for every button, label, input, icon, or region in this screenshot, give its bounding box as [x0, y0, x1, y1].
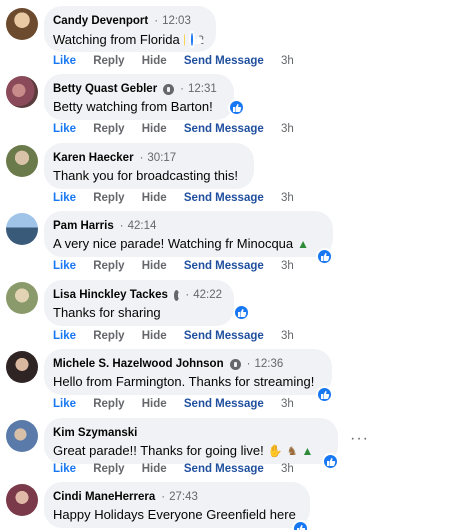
send-message-button[interactable]: Send Message: [184, 398, 264, 410]
avatar[interactable]: [6, 351, 38, 383]
avatar[interactable]: [6, 8, 38, 40]
send-message-button[interactable]: Send Message: [184, 330, 264, 342]
comment-author[interactable]: Candy Devenport: [53, 15, 148, 27]
comment-author[interactable]: Pam Harris: [53, 220, 114, 232]
comment-author[interactable]: Betty Quast Gebler: [53, 83, 157, 95]
reply-button[interactable]: Reply: [93, 192, 124, 204]
comment-bubble: Lisa Hinckley Tackes · 42:22 Thanks for …: [44, 280, 234, 326]
avatar[interactable]: [6, 145, 38, 177]
send-message-button[interactable]: Send Message: [184, 55, 264, 67]
send-message-button[interactable]: Send Message: [184, 463, 264, 475]
comment-text: Hello from Farmington. Thanks for stream…: [53, 374, 315, 389]
hide-button[interactable]: Hide: [142, 123, 167, 135]
comment-age[interactable]: 3h: [281, 192, 294, 204]
avatar[interactable]: [6, 484, 38, 516]
comment-author[interactable]: Cindi ManeHerrera: [53, 491, 155, 503]
wave-emoji-icon: ✋: [267, 443, 283, 458]
comment-bubble: Candy Devenport · 12:03 Watching from Fl…: [44, 6, 216, 52]
like-button[interactable]: Like: [53, 123, 76, 135]
send-message-button[interactable]: Send Message: [184, 192, 264, 204]
comment-timestamp[interactable]: 12:03: [162, 15, 191, 27]
like-reaction-icon[interactable]: [233, 304, 250, 321]
comment-timestamp[interactable]: 12:31: [188, 83, 217, 95]
like-button[interactable]: Like: [53, 463, 76, 475]
avatar[interactable]: [6, 213, 38, 245]
send-message-button[interactable]: Send Message: [184, 260, 264, 272]
comment-actions: Like Reply Hide Send Message 3h: [53, 330, 294, 342]
like-button[interactable]: Like: [53, 260, 76, 272]
comment-actions: Like Reply Hide Send Message 3h: [53, 398, 294, 410]
sun-emoji-icon: [183, 33, 186, 46]
reply-button[interactable]: Reply: [93, 330, 124, 342]
top-fan-badge-icon: [163, 83, 175, 95]
send-message-button[interactable]: Send Message: [184, 123, 264, 135]
comment-author[interactable]: Karen Haecker: [53, 152, 134, 164]
like-reaction-icon[interactable]: [228, 99, 245, 116]
reply-button[interactable]: Reply: [93, 55, 124, 67]
comment-age[interactable]: 3h: [281, 398, 294, 410]
comment-timestamp[interactable]: 42:22: [193, 289, 222, 301]
comment-text: Watching from Florida: [53, 32, 180, 47]
hide-button[interactable]: Hide: [142, 55, 167, 67]
comment-actions: Like Reply Hide Send Message 3h: [53, 260, 294, 272]
comment-age[interactable]: 3h: [281, 463, 294, 475]
comment-timestamp[interactable]: 30:17: [147, 152, 176, 164]
like-reaction-icon[interactable]: [316, 386, 333, 403]
like-button[interactable]: Like: [53, 55, 76, 67]
comment-text: Thanks for sharing: [53, 305, 161, 320]
comment-age[interactable]: 3h: [281, 260, 294, 272]
avatar[interactable]: [6, 420, 38, 452]
like-reaction-icon[interactable]: [322, 453, 339, 470]
tree-emoji-icon: ▲: [301, 443, 314, 458]
comment-timestamp[interactable]: 12:36: [254, 358, 283, 370]
comment-actions: Like Reply Hide Send Message 3h: [53, 55, 294, 67]
comment-timestamp[interactable]: 42:14: [128, 220, 157, 232]
comment-timestamp[interactable]: 27:43: [169, 491, 198, 503]
avatar[interactable]: [6, 76, 38, 108]
comment-author[interactable]: Kim Szymanski: [53, 427, 137, 439]
hide-button[interactable]: Hide: [142, 192, 167, 204]
reply-button[interactable]: Reply: [93, 463, 124, 475]
hide-button[interactable]: Hide: [142, 398, 167, 410]
like-reaction-icon[interactable]: [189, 31, 203, 48]
comment-bubble: Michele S. Hazelwood Johnson · 12:36 Hel…: [44, 349, 332, 395]
avatar[interactable]: [6, 282, 38, 314]
comment-text: Great parade!! Thanks for going live!: [53, 443, 264, 458]
like-button[interactable]: Like: [53, 330, 76, 342]
reply-button[interactable]: Reply: [93, 123, 124, 135]
like-button[interactable]: Like: [53, 192, 76, 204]
hide-button[interactable]: Hide: [142, 463, 167, 475]
reply-button[interactable]: Reply: [93, 260, 124, 272]
comment-bubble: Betty Quast Gebler · 12:31 Betty watchin…: [44, 74, 234, 120]
comment-age[interactable]: 3h: [281, 330, 294, 342]
like-reaction-icon[interactable]: [316, 248, 333, 265]
comment-age[interactable]: 3h: [281, 55, 294, 67]
comment-text: Thank you for broadcasting this!: [53, 168, 238, 183]
more-options-icon[interactable]: ···: [350, 430, 369, 448]
comment-list: Candy Devenport · 12:03 Watching from Fl…: [0, 0, 476, 530]
comment-text: Betty watching from Barton!: [53, 99, 213, 114]
comment-bubble: Kim Szymanski Great parade!! Thanks for …: [44, 418, 338, 464]
hide-button[interactable]: Hide: [142, 330, 167, 342]
comment-author[interactable]: Lisa Hinckley Tackes: [53, 289, 168, 301]
top-fan-badge-icon: [229, 358, 241, 370]
comment-age[interactable]: 3h: [281, 123, 294, 135]
comment-text: Happy Holidays Everyone Greenfield here: [53, 507, 296, 522]
top-fan-badge-icon: [173, 289, 181, 301]
comment-author[interactable]: Michele S. Hazelwood Johnson: [53, 358, 224, 370]
comment-bubble: Pam Harris · 42:14 A very nice parade! W…: [44, 211, 333, 257]
comment-bubble: Karen Haecker · 30:17 Thank you for broa…: [44, 143, 254, 189]
like-reaction-icon[interactable]: [292, 520, 309, 530]
comment-actions: Like Reply Hide Send Message 3h: [53, 123, 294, 135]
comment-text: A very nice parade! Watching fr Minocqua: [53, 236, 294, 251]
hide-button[interactable]: Hide: [142, 260, 167, 272]
comment-bubble: Cindi ManeHerrera · 27:43 Happy Holidays…: [44, 482, 310, 528]
reply-button[interactable]: Reply: [93, 398, 124, 410]
comment-actions: Like Reply Hide Send Message 3h: [53, 463, 294, 475]
comment-actions: Like Reply Hide Send Message 3h: [53, 192, 294, 204]
deer-emoji-icon: ♞: [286, 443, 298, 458]
like-button[interactable]: Like: [53, 398, 76, 410]
tree-emoji-icon: ▲: [297, 236, 310, 251]
